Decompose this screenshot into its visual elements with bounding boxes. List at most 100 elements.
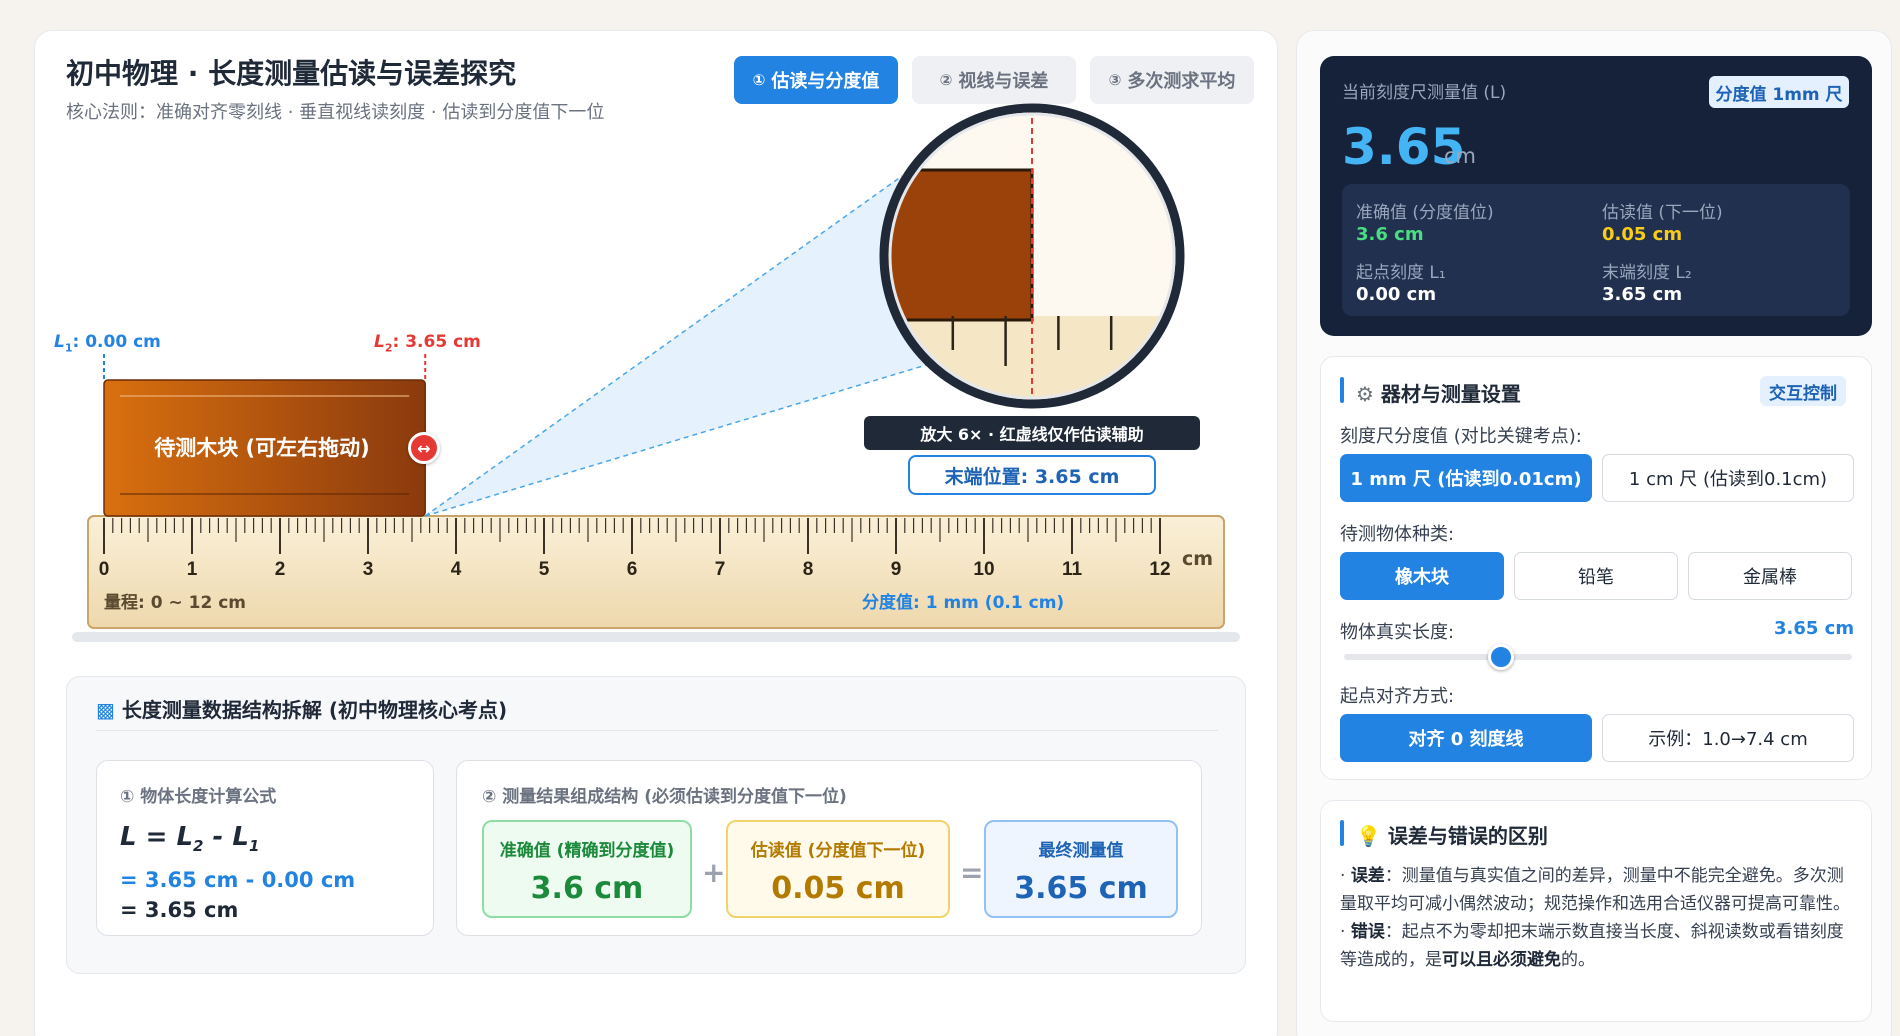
readout-unit: cm bbox=[1444, 144, 1477, 168]
formula-sub1: 1 bbox=[248, 837, 260, 856]
ruler-tick-label: 2 bbox=[275, 559, 286, 580]
bullet: · bbox=[1340, 922, 1346, 942]
magnifier-end-position: 末端位置: 3.65 cm bbox=[908, 455, 1156, 495]
l1-value: : 0.00 cm bbox=[72, 332, 161, 352]
estimate-value-box: 估读值 (分度值下一位) 0.05 cm bbox=[726, 820, 950, 918]
length-formula: L = L2 - L1 bbox=[120, 822, 259, 855]
length-slider-track[interactable] bbox=[1344, 654, 1852, 660]
zoom-cone bbox=[425, 176, 936, 516]
ruler-tick-label: 1 bbox=[187, 559, 198, 580]
ruler-tick-label: 3 bbox=[363, 559, 374, 580]
l2-marker-label: L2: 3.65 cm bbox=[374, 332, 481, 354]
ruler-unit: cm bbox=[1182, 548, 1214, 570]
accurate-value-box: 准确值 (精确到分度值) 3.6 cm bbox=[482, 820, 692, 918]
settings-badge: 交互控制 bbox=[1760, 376, 1846, 406]
ruler-1cm-button[interactable]: 1 cm 尺 (估读到0.1cm) bbox=[1602, 454, 1854, 502]
structure-card-head: ② 测量结果组成结构 (必须估读到分度值下一位) bbox=[482, 787, 847, 807]
breakdown-title-text: 长度测量数据结构拆解 (初中物理核心考点) bbox=[121, 698, 508, 722]
object-metal-button[interactable]: 金属棒 bbox=[1688, 552, 1852, 600]
error-term-1: 误差 bbox=[1350, 866, 1385, 886]
accurate-readout: 3.6 cm bbox=[1356, 224, 1424, 245]
align-zero-button[interactable]: 对齐 0 刻度线 bbox=[1340, 714, 1592, 762]
object-oak-button[interactable]: 橡木块 bbox=[1340, 552, 1504, 600]
formula-l2: L bbox=[176, 822, 194, 852]
length-label: 物体真实长度: bbox=[1340, 622, 1455, 643]
error-explanation: · 误差：测量值与真实值之间的差异，测量中不能完全避免。多次测量取平均可减小偶然… bbox=[1340, 862, 1852, 974]
length-value: 3.65 cm bbox=[1774, 618, 1855, 639]
estimate-value: 0.05 cm bbox=[771, 871, 905, 906]
bullet: · bbox=[1340, 866, 1346, 886]
breakdown-title: ▩ 长度测量数据结构拆解 (初中物理核心考点) bbox=[96, 694, 507, 723]
estimate-readout: 0.05 cm bbox=[1602, 224, 1683, 245]
readout-label: 当前刻度尺测量值 (L) bbox=[1342, 83, 1507, 103]
ruler-division: 分度值: 1 mm (0.1 cm) bbox=[862, 593, 1065, 613]
align-label: 起点对齐方式: bbox=[1340, 686, 1455, 707]
error-end-2: 的。 bbox=[1561, 950, 1595, 970]
section-accent bbox=[1340, 377, 1344, 403]
l1-marker-label: L1: 0.00 cm bbox=[54, 332, 161, 354]
error-title: 💡 误差与错误的区别 bbox=[1356, 820, 1548, 849]
l2-value: : 3.65 cm bbox=[392, 332, 481, 352]
ruler-type-label: 刻度尺分度值 (对比关键考点): bbox=[1340, 426, 1582, 447]
error-term-2: 错误 bbox=[1350, 922, 1385, 942]
ruler-tick-label: 6 bbox=[627, 559, 638, 580]
section-accent bbox=[1340, 820, 1344, 846]
error-title-text: 误差与错误的区别 bbox=[1387, 824, 1548, 848]
ruler-tick-label: 7 bbox=[715, 559, 726, 580]
accurate-label: 准确值 (分度值位) bbox=[1356, 203, 1494, 223]
final-value-box: 最终测量值 3.65 cm bbox=[984, 820, 1178, 918]
ruler-tick-label: 11 bbox=[1062, 559, 1083, 580]
formula-sub2: 2 bbox=[193, 837, 204, 856]
l1-subscript: 1 bbox=[64, 341, 73, 355]
start-label: 起点刻度 L₁ bbox=[1356, 263, 1446, 283]
ruler: 0 1 2 3 4 5 6 7 8 9 10 11 12 bbox=[72, 515, 1240, 642]
align-example-button[interactable]: 示例：1.0→7.4 cm bbox=[1602, 714, 1854, 762]
ruler-1mm-button[interactable]: 1 mm 尺 (估读到0.01cm) bbox=[1340, 454, 1592, 502]
bar-chart-icon: ▩ bbox=[96, 698, 115, 722]
error-text-1: ：测量值与真实值之间的差异，测量中不能完全避免。多次测量取平均可减小偶然波动；规… bbox=[1340, 866, 1850, 914]
formula-eq: = bbox=[136, 822, 177, 852]
end-readout: 3.65 cm bbox=[1602, 284, 1683, 305]
ruler-tick-label: 4 bbox=[451, 559, 462, 580]
measurement-scene: 0 1 2 3 4 5 6 7 8 9 10 11 12 bbox=[72, 103, 1240, 642]
ruler-tick-label: 9 bbox=[891, 559, 902, 580]
object-type-label: 待测物体种类: bbox=[1340, 524, 1455, 545]
gear-icon: ⚙ bbox=[1356, 382, 1374, 406]
ruler-tick-label: 0 bbox=[99, 559, 110, 580]
formula-minus: - bbox=[203, 822, 233, 852]
start-readout: 0.00 cm bbox=[1356, 284, 1437, 305]
drag-handle-icon[interactable]: ↔ bbox=[408, 432, 440, 464]
ruler-tick-label: 10 bbox=[973, 559, 994, 580]
ruler-shadow bbox=[72, 632, 1240, 642]
end-label: 末端刻度 L₂ bbox=[1602, 263, 1692, 283]
magnifier-caption: 放大 6× · 红虚线仅作估读辅助 bbox=[864, 416, 1200, 450]
estimate-label: 估读值 (下一位) bbox=[1602, 203, 1723, 223]
settings-title-text: 器材与测量设置 bbox=[1380, 382, 1521, 406]
plus-sign: + bbox=[702, 856, 726, 889]
final-value: 3.65 cm bbox=[1014, 871, 1148, 906]
l2-subscript: 2 bbox=[384, 341, 393, 355]
formula-result: = 3.65 cm bbox=[120, 898, 239, 922]
readout-badge: 分度值 1mm 尺 bbox=[1709, 76, 1849, 108]
equals-sign: = bbox=[960, 856, 984, 889]
formula-substitution: = 3.65 cm - 0.00 cm bbox=[120, 868, 356, 892]
accurate-value: 3.6 cm bbox=[530, 871, 644, 906]
ruler-tick-label: 12 bbox=[1149, 559, 1170, 580]
ruler-tick-label: 5 bbox=[539, 559, 550, 580]
accurate-value-label: 准确值 (精确到分度值) bbox=[499, 841, 675, 861]
l1-symbol: L bbox=[54, 332, 65, 352]
formula-l1: L bbox=[232, 822, 249, 852]
ruler-tick-label: 8 bbox=[803, 559, 814, 580]
ruler-range: 量程: 0 ~ 12 cm bbox=[104, 593, 246, 613]
estimate-value-label: 估读值 (分度值下一位) bbox=[750, 841, 926, 861]
object-pencil-button[interactable]: 铅笔 bbox=[1514, 552, 1678, 600]
lightbulb-icon: 💡 bbox=[1356, 824, 1381, 848]
divider bbox=[96, 730, 1218, 731]
settings-title: ⚙ 器材与测量设置 bbox=[1356, 378, 1521, 407]
l2-symbol: L bbox=[374, 332, 385, 352]
error-strong-2: 可以且必须避免 bbox=[1442, 950, 1561, 970]
final-value-label: 最终测量值 bbox=[1038, 841, 1124, 861]
formula-l: L bbox=[120, 822, 137, 852]
block-label: 待测木块 (可左右拖动) bbox=[154, 436, 370, 460]
formula-card-head: ① 物体长度计算公式 bbox=[120, 787, 277, 807]
